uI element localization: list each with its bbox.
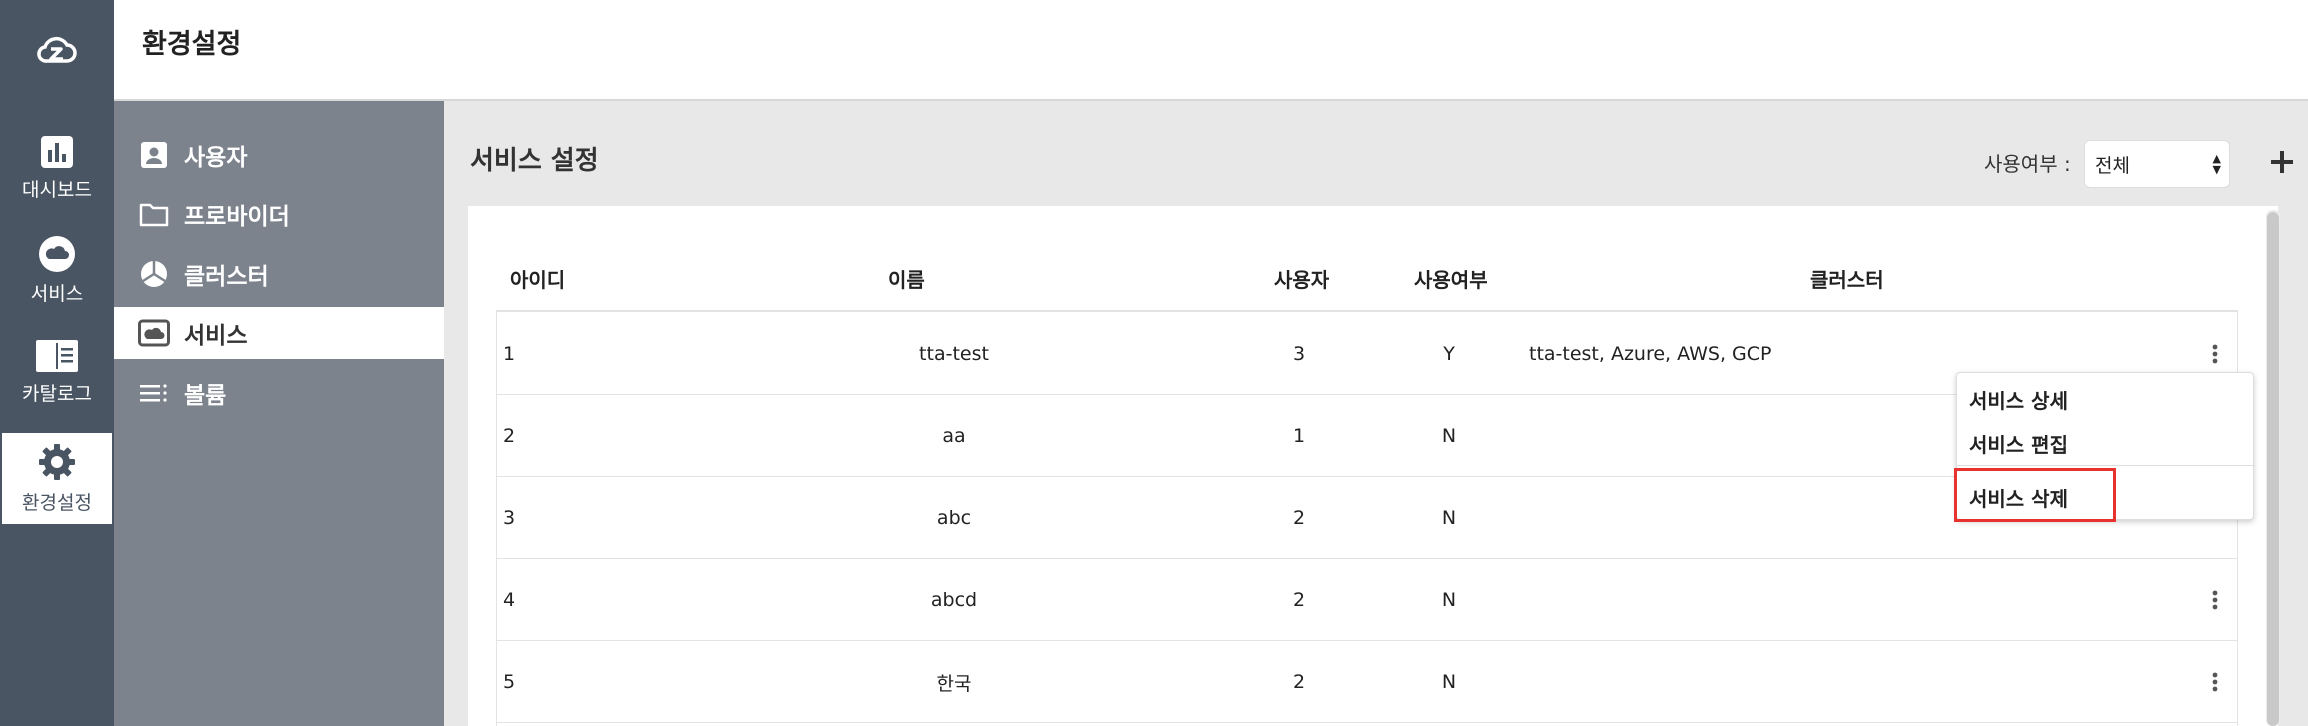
cell-users: 2 xyxy=(1292,589,1306,611)
top-header: 환경설정 xyxy=(0,0,2308,101)
cell-active: N xyxy=(1441,507,1457,529)
subnav-item-label: 클러스터 xyxy=(184,264,269,290)
add-service-button[interactable] xyxy=(2262,142,2302,182)
nav-item-dashboard[interactable]: 대시보드 xyxy=(2,123,112,214)
cell-id: 5 xyxy=(503,671,516,693)
user-card-icon xyxy=(138,139,170,171)
cell-id: 4 xyxy=(503,589,516,611)
subnav-item-user[interactable]: 사용자 xyxy=(114,129,444,181)
filter-selected-value: 전체 xyxy=(2095,154,2130,177)
settings-submenu: 사용자 프로바이더 클러스터 서비스 볼륨 xyxy=(114,101,444,726)
cell-active: N xyxy=(1441,671,1457,693)
highlight-box xyxy=(1954,468,2116,522)
row-more-icon[interactable] xyxy=(2203,670,2227,694)
subnav-item-label: 서비스 xyxy=(184,323,248,349)
cloud-icon xyxy=(39,236,75,272)
nav-item-label: 서비스 xyxy=(30,283,84,305)
table-row[interactable]: 5 한국 2 N xyxy=(497,641,2237,723)
menu-item-service-edit[interactable]: 서비스 편집 xyxy=(1957,421,2255,465)
filter-label: 사용여부 : xyxy=(1984,152,2071,176)
cloud-box-icon xyxy=(138,317,170,349)
menu-divider xyxy=(1957,465,2255,466)
nav-item-label: 카탈로그 xyxy=(22,383,92,405)
menu-item-service-detail[interactable]: 서비스 상세 xyxy=(1957,377,2255,421)
cell-clusters: tta-test, Azure, AWS, GCP xyxy=(1529,343,1772,365)
cell-users: 3 xyxy=(1292,343,1306,365)
app-logo[interactable] xyxy=(0,0,114,101)
main-nav: 대시보드 서비스 카탈로그 환경설정 xyxy=(0,101,114,726)
section-title: 서비스 설정 xyxy=(470,146,599,176)
select-arrows-icon: ▲ ▼ xyxy=(2212,152,2221,176)
folder-icon xyxy=(138,198,170,230)
nav-item-settings[interactable]: 환경설정 xyxy=(2,433,112,524)
column-header-clusters: 클러스터 xyxy=(1810,268,1884,292)
cell-id: 2 xyxy=(503,425,516,447)
nav-item-label: 대시보드 xyxy=(22,179,92,201)
book-icon xyxy=(36,340,78,372)
nav-item-service[interactable]: 서비스 xyxy=(2,225,112,316)
bar-chart-icon xyxy=(41,136,73,168)
cell-active: N xyxy=(1441,425,1457,447)
plus-icon xyxy=(2271,151,2293,173)
cell-name: aa xyxy=(942,425,966,447)
table-row[interactable]: 4 abcd 2 N xyxy=(497,559,2237,641)
cell-users: 2 xyxy=(1292,507,1306,529)
column-header-name: 이름 xyxy=(888,268,925,292)
cell-active: N xyxy=(1441,589,1457,611)
scrollbar-thumb[interactable] xyxy=(2267,212,2279,726)
list-icon xyxy=(138,377,170,409)
subnav-item-label: 사용자 xyxy=(184,145,248,171)
usage-filter-select[interactable]: 전체 ▲ ▼ xyxy=(2084,140,2230,188)
cell-users: 2 xyxy=(1292,671,1306,693)
cell-users: 1 xyxy=(1292,425,1306,447)
pie-icon xyxy=(138,258,170,290)
cell-name: abc xyxy=(936,507,972,529)
cloud-logo-icon xyxy=(37,36,77,63)
cell-id: 1 xyxy=(503,343,516,365)
cell-active: Y xyxy=(1443,343,1455,365)
subnav-item-label: 볼륨 xyxy=(184,383,227,409)
cell-name: tta-test xyxy=(919,343,989,365)
page-title: 환경설정 xyxy=(142,29,242,60)
column-header-users: 사용자 xyxy=(1274,268,1330,292)
row-more-icon[interactable] xyxy=(2203,342,2227,366)
gear-icon xyxy=(39,444,75,480)
cell-id: 3 xyxy=(503,507,516,529)
column-header-id: 아이디 xyxy=(510,268,566,292)
subnav-item-service[interactable]: 서비스 xyxy=(114,307,444,359)
subnav-item-cluster[interactable]: 클러스터 xyxy=(114,248,444,300)
subnav-item-label: 프로바이더 xyxy=(184,204,290,230)
cell-name: 한국 xyxy=(936,672,972,695)
subnav-item-provider[interactable]: 프로바이더 xyxy=(114,188,444,240)
nav-item-catalog[interactable]: 카탈로그 xyxy=(2,327,112,418)
column-header-active: 사용여부 xyxy=(1414,268,1488,292)
subnav-item-volume[interactable]: 볼륨 xyxy=(114,367,444,419)
row-more-icon[interactable] xyxy=(2203,588,2227,612)
cell-name: abcd xyxy=(930,589,978,611)
nav-item-label: 환경설정 xyxy=(22,492,92,514)
